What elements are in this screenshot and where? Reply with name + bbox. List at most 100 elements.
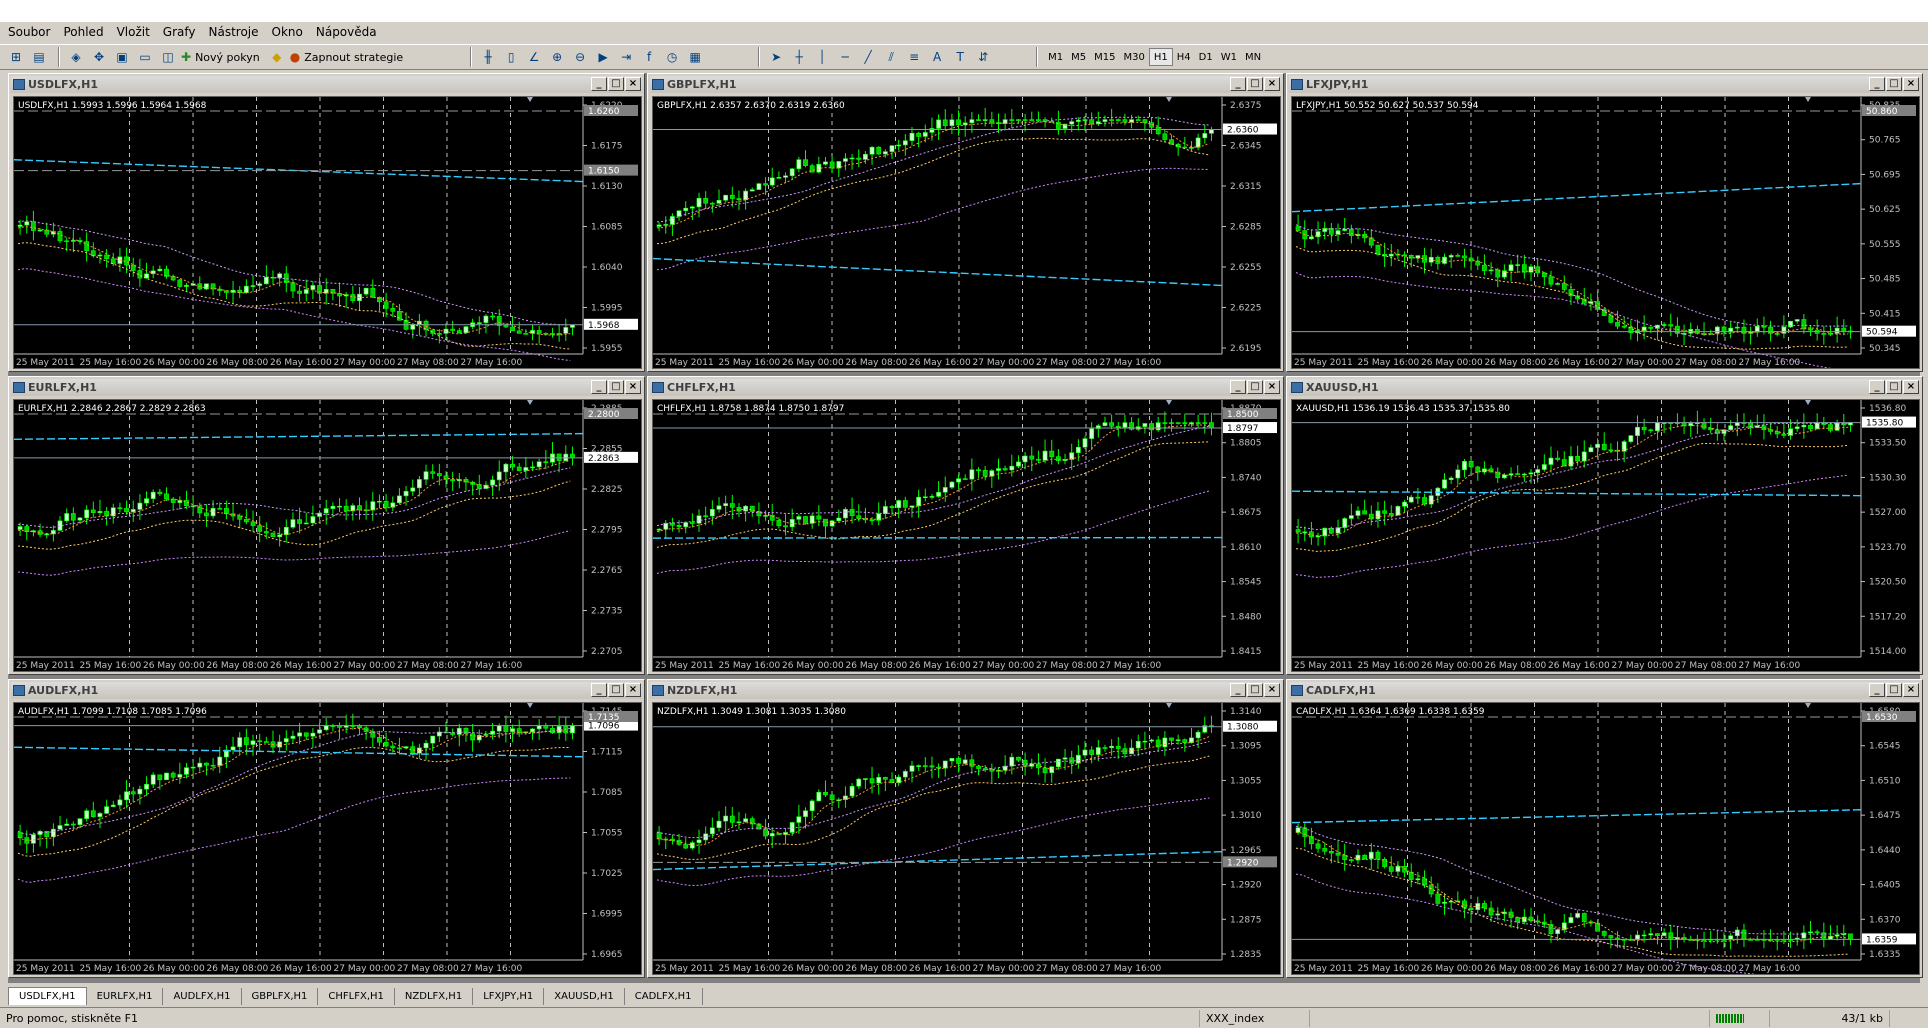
minimize-button[interactable]: _ [1230,380,1246,394]
tab-cadlfx[interactable]: CADLFX,H1 [625,988,703,1005]
tf-w1[interactable]: W1 [1217,48,1241,66]
arrows-icon[interactable]: ⇵ [973,47,993,67]
minimize-button[interactable]: _ [1869,77,1885,91]
minimize-button[interactable]: _ [1869,683,1885,697]
maximize-button[interactable]: □ [1247,683,1263,697]
fibo-icon[interactable]: ≡ [904,47,924,67]
tab-nzdlfx[interactable]: NZDLFX,H1 [395,988,474,1005]
tf-h4[interactable]: H4 [1173,48,1195,66]
close-button[interactable]: × [1903,77,1919,91]
chart-plot[interactable]: 1536.80 1533.50 1530.30 1527.00 1523.70 1520.… [1291,399,1920,672]
maximize-button[interactable]: □ [1247,77,1263,91]
chart-window[interactable]: CHFLFX,H1_□× 1.88701.88051.87401.86751.86… [647,376,1284,675]
tab-chflfx[interactable]: CHFLFX,H1 [318,988,395,1005]
chart-window[interactable]: CADLFX,H1_□× 1.65801.65451.65101.64751.64… [1286,679,1923,978]
chart-caption[interactable]: USDLFX,H1 _ □ × [11,76,642,93]
maximize-button[interactable]: □ [608,77,624,91]
chart-caption[interactable]: CADLFX,H1 _ □ × [1289,682,1920,699]
tab-eurlfx[interactable]: EURLFX,H1 [87,988,164,1005]
chart-plot[interactable]: 1.71451.71151.70851.70551.70251.69951.69… [13,702,642,975]
minimize-button[interactable]: _ [591,380,607,394]
chart-plot[interactable]: 1.88701.88051.87401.86751.86101.85451.84… [652,399,1281,672]
chart-caption[interactable]: XAUUSD,H1 _ □ × [1289,379,1920,396]
tf-m5[interactable]: M5 [1067,48,1090,66]
chart-caption[interactable]: EURLFX,H1 _ □ × [11,379,642,396]
channel-icon[interactable]: ⫽ [881,47,901,67]
close-button[interactable]: × [1264,683,1280,697]
tf-h1[interactable]: H1 [1148,48,1173,66]
minimize-button[interactable]: _ [591,77,607,91]
menu-pohled[interactable]: Pohled [63,25,103,39]
close-button[interactable]: × [625,683,641,697]
maximize-button[interactable]: □ [1886,77,1902,91]
maximize-button[interactable]: □ [1886,683,1902,697]
close-button[interactable]: × [1903,683,1919,697]
zoom-out-icon[interactable]: ⊖ [570,47,590,67]
close-button[interactable]: × [625,380,641,394]
templates-icon[interactable]: ▦ [685,47,705,67]
text-icon[interactable]: A [927,47,947,67]
chart-window[interactable]: GBPLFX,H1 _ □ × 2.6375 2.6345 2.6315 2.6285 2.62… [647,73,1284,372]
chart-plot[interactable]: 1.3140 1.3095 1.3055 1.3010 1.2965 1.2920 1.28… [652,702,1281,975]
label-icon[interactable]: T [950,47,970,67]
close-button[interactable]: × [1903,380,1919,394]
chart-window[interactable]: AUDLFX,H1_□× 1.71451.71151.70851.70551.70… [8,679,645,978]
crosshair-icon[interactable]: ┼ [789,47,809,67]
minimize-button[interactable]: _ [1230,683,1246,697]
zoom-in-icon[interactable]: ⊕ [547,47,567,67]
menu-grafy[interactable]: Grafy [163,25,196,39]
chart-caption[interactable]: CHFLFX,H1 _ □ × [650,379,1281,396]
minimize-button[interactable]: _ [1230,77,1246,91]
new-order-button[interactable]: ✚ Nový pokyn [181,47,264,67]
horizontal-line-icon[interactable]: ─ [835,47,855,67]
metaeditor-icon[interactable]: ◆ [267,47,287,67]
minimize-button[interactable]: _ [1869,380,1885,394]
menu-soubor[interactable]: Soubor [8,25,50,39]
cursor-icon[interactable]: ➤ [766,47,786,67]
tf-m15[interactable]: M15 [1090,48,1119,66]
chart-plot[interactable]: 2.6375 2.6345 2.6315 2.6285 2.6255 2.6225 2.61… [652,96,1281,369]
close-button[interactable]: × [1264,77,1280,91]
terminal-icon[interactable]: ▭ [135,47,155,67]
market-watch-icon[interactable]: ◈ [66,47,86,67]
close-button[interactable]: × [1264,380,1280,394]
indicators-icon[interactable]: f [639,47,659,67]
chart-caption[interactable]: NZDLFX,H1 _ □ × [650,682,1281,699]
tf-d1[interactable]: D1 [1195,48,1217,66]
maximize-button[interactable]: □ [1886,380,1902,394]
autotrade-button[interactable]: ● Zapnout strategie [290,47,407,67]
chart-window[interactable]: XAUUSD,H1 _ □ × 1536.80 1533.50 1530.30 1527.00… [1286,376,1923,675]
chart-plot[interactable]: 1.62201.61751.61301.60851.60401.59951.59… [13,96,642,369]
bar-chart-icon[interactable]: ╫ [478,47,498,67]
trendline-icon[interactable]: ╱ [858,47,878,67]
folder-icon[interactable]: ▣ [112,47,132,67]
tab-audlfx[interactable]: AUDLFX,H1 [163,988,242,1005]
tf-m1[interactable]: M1 [1044,48,1067,66]
tab-xauusd[interactable]: XAUUSD,H1 [544,988,625,1005]
line-chart-icon[interactable]: ∠ [524,47,544,67]
chart-plot[interactable]: 1.65801.65451.65101.64751.64401.64051.63… [1291,702,1920,975]
chart-caption[interactable]: AUDLFX,H1 _ □ × [11,682,642,699]
chart-window[interactable]: USDLFX,H1_□× 1.62201.61751.61301.60851.60… [8,73,645,372]
tester-icon[interactable]: ◫ [158,47,178,67]
tab-usdlfx[interactable]: USDLFX,H1 [8,987,87,1005]
maximize-button[interactable]: □ [608,683,624,697]
chart-plot[interactable]: 2.28852.28552.28252.27952.27652.27352.27… [13,399,642,672]
tf-m30[interactable]: M30 [1120,48,1149,66]
menu-vlozit[interactable]: Vložit [117,25,150,39]
tab-lfxjpy[interactable]: LFXJPY,H1 [473,988,545,1005]
menu-okno[interactable]: Okno [272,25,303,39]
auto-scroll-icon[interactable]: ▶ [593,47,613,67]
chart-window[interactable]: NZDLFX,H1 _ □ × 1.3140 1.3095 1.3055 1.3010 1.29… [647,679,1284,978]
chart-caption[interactable]: LFXJPY,H1 _ □ × [1289,76,1920,93]
chart-window[interactable]: LFXJPY,H1_□× 50.83550.76550.69550.62550.5… [1286,73,1923,372]
chart-plot[interactable]: 50.83550.76550.69550.62550.55550.48550.4… [1291,96,1920,369]
tf-mn[interactable]: MN [1241,48,1265,66]
tab-gbplfx[interactable]: GBPLFX,H1 [242,988,319,1005]
vertical-line-icon[interactable]: │ [812,47,832,67]
menu-napoveda[interactable]: Nápověda [316,25,377,39]
maximize-button[interactable]: □ [608,380,624,394]
new-chart-icon[interactable]: ⊞ [6,47,26,67]
menu-nastroje[interactable]: Nástroje [209,25,259,39]
navigator-icon[interactable]: ✥ [89,47,109,67]
